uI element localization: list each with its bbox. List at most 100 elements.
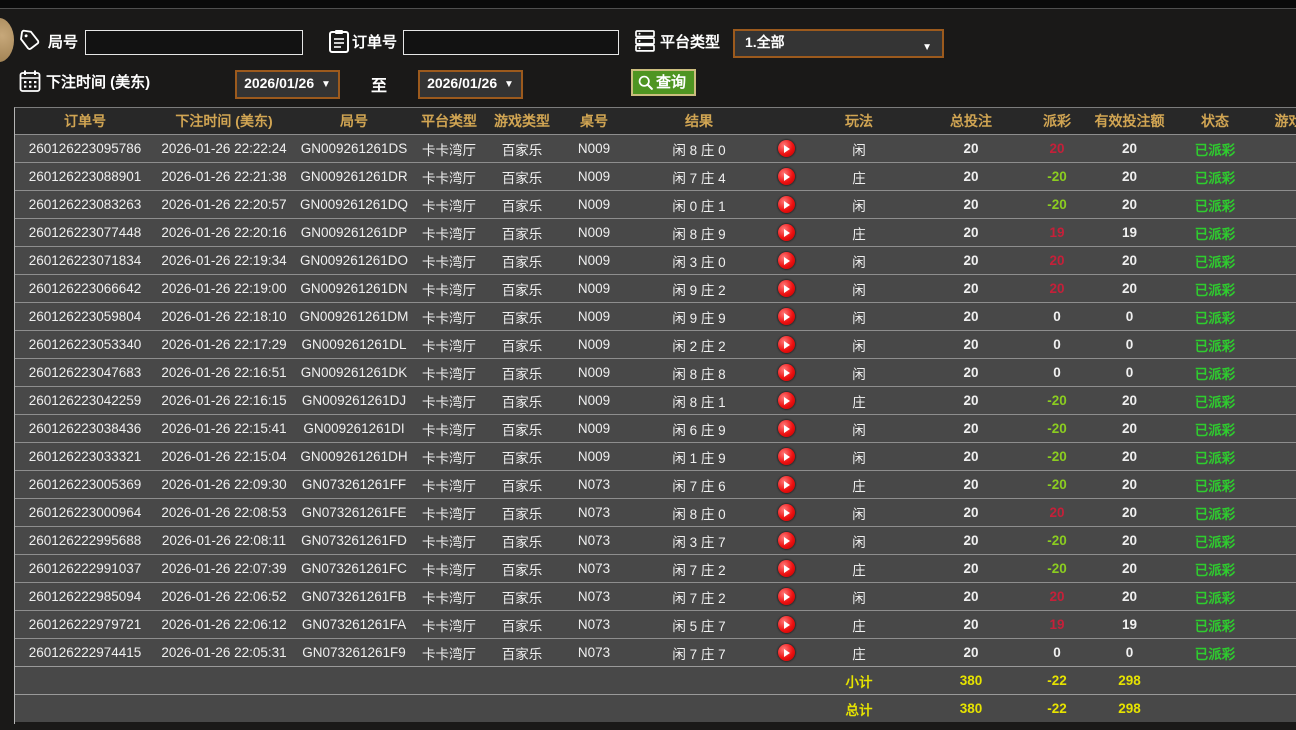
platform-type-label: 平台类型: [660, 31, 720, 55]
header-order-no: 订单号: [15, 108, 155, 134]
cell-game-type: 百家乐: [483, 639, 561, 666]
panel-collapse-handle[interactable]: [0, 18, 14, 62]
cell-result: 闲 3 庄 7: [627, 527, 771, 554]
platform-type-value: 1.全部: [745, 34, 785, 50]
play-icon[interactable]: [778, 588, 795, 605]
header-game-no: 局号: [293, 108, 415, 134]
cell-game-type: 百家乐: [483, 219, 561, 246]
header-game-mode: 游戏模式: [1260, 108, 1296, 134]
cell-game-no: GN073261261FF: [293, 471, 415, 498]
cell-total-bet: 20: [917, 639, 1025, 666]
cell-payout: 19: [1025, 611, 1089, 638]
cell-replay: [771, 443, 801, 470]
table-row: 2601262230333212026-01-26 22:15:04GN0092…: [15, 442, 1296, 470]
play-icon[interactable]: [778, 336, 795, 353]
play-icon[interactable]: [778, 616, 795, 633]
cell-payout: 0: [1025, 359, 1089, 386]
play-icon[interactable]: [778, 644, 795, 661]
bet-time-label: 下注时间 (美东): [46, 71, 150, 95]
cell-total-bet: 20: [917, 583, 1025, 610]
cell-payout: -20: [1025, 387, 1089, 414]
game-no-input[interactable]: [85, 30, 303, 55]
table-row: 2601262230598042026-01-26 22:18:10GN0092…: [15, 302, 1296, 330]
play-icon[interactable]: [778, 420, 795, 437]
cell-bet-time: 2026-01-26 22:05:31: [155, 639, 293, 666]
cell-game-no: GN009261261DN: [293, 275, 415, 302]
cell-payout: -20: [1025, 191, 1089, 218]
grandtotal-row-empty-cell: [1260, 695, 1296, 722]
cell-table-no: N009: [561, 163, 627, 190]
play-icon[interactable]: [778, 476, 795, 493]
cell-order-no: 260126223047683: [15, 359, 155, 386]
cell-order-no: 260126223005369: [15, 471, 155, 498]
subtotal-row-empty-cell: [483, 667, 561, 694]
play-icon[interactable]: [778, 224, 795, 241]
cell-payout: 19: [1025, 219, 1089, 246]
cell-result: 闲 5 庄 7: [627, 611, 771, 638]
cell-payout: 0: [1025, 331, 1089, 358]
table-row: 2601262229797212026-01-26 22:06:12GN0732…: [15, 610, 1296, 638]
table-row: 2601262230666422026-01-26 22:19:00GN0092…: [15, 274, 1296, 302]
cell-status: 已派彩: [1170, 611, 1260, 638]
play-icon[interactable]: [778, 168, 795, 185]
cell-status: 已派彩: [1170, 303, 1260, 330]
header-platform: 平台类型: [415, 108, 483, 134]
play-icon[interactable]: [778, 308, 795, 325]
play-icon[interactable]: [778, 504, 795, 521]
cell-total-bet: 20: [917, 443, 1025, 470]
platform-type-select[interactable]: 1.全部 ▼: [733, 29, 944, 58]
top-bar: [0, 0, 1296, 9]
cell-game-no: GN009261261DP: [293, 219, 415, 246]
order-no-input[interactable]: [403, 30, 619, 55]
cell-status: 已派彩: [1170, 247, 1260, 274]
grandtotal-row-empty-cell: [771, 695, 801, 722]
subtotal-row-valid-bet: 298: [1089, 667, 1170, 694]
cell-game-mode: -: [1260, 359, 1296, 386]
play-icon[interactable]: [778, 280, 795, 297]
play-icon[interactable]: [778, 252, 795, 269]
cell-bet-time: 2026-01-26 22:08:11: [155, 527, 293, 554]
header-replay: [771, 108, 801, 134]
play-icon[interactable]: [778, 560, 795, 577]
cell-platform: 卡卡湾厅: [415, 359, 483, 386]
table-row: 2601262230889012026-01-26 22:21:38GN0092…: [15, 162, 1296, 190]
query-button[interactable]: 查询: [631, 69, 696, 96]
cell-result: 闲 8 庄 0: [627, 499, 771, 526]
cell-game-mode: -: [1260, 471, 1296, 498]
grandtotal-row-total-bet: 380: [917, 695, 1025, 722]
cell-status: 已派彩: [1170, 639, 1260, 666]
cell-total-bet: 20: [917, 219, 1025, 246]
grandtotal-row-empty-cell: [561, 695, 627, 722]
cell-valid-bet: 0: [1089, 331, 1170, 358]
cell-valid-bet: 0: [1089, 359, 1170, 386]
cell-play: 闲: [801, 415, 917, 442]
cell-play: 闲: [801, 331, 917, 358]
play-icon[interactable]: [778, 364, 795, 381]
cell-game-type: 百家乐: [483, 471, 561, 498]
grandtotal-row: 总计380-22298: [15, 694, 1296, 722]
play-icon[interactable]: [778, 448, 795, 465]
play-icon[interactable]: [778, 140, 795, 157]
cell-status: 已派彩: [1170, 219, 1260, 246]
cell-result: 闲 6 庄 9: [627, 415, 771, 442]
date-from-select[interactable]: 2026/01/26 ▼: [235, 70, 340, 99]
cell-game-no: GN073261261FC: [293, 555, 415, 582]
cell-bet-time: 2026-01-26 22:17:29: [155, 331, 293, 358]
cell-status: 已派彩: [1170, 527, 1260, 554]
play-icon[interactable]: [778, 196, 795, 213]
cell-replay: [771, 163, 801, 190]
table-row: 2601262229850942026-01-26 22:06:52GN0732…: [15, 582, 1296, 610]
cell-result: 闲 7 庄 2: [627, 583, 771, 610]
cell-order-no: 260126223083263: [15, 191, 155, 218]
cell-table-no: N009: [561, 275, 627, 302]
cell-game-type: 百家乐: [483, 527, 561, 554]
play-icon[interactable]: [778, 392, 795, 409]
cell-valid-bet: 20: [1089, 555, 1170, 582]
cell-table-no: N009: [561, 387, 627, 414]
play-icon[interactable]: [778, 532, 795, 549]
date-to-select[interactable]: 2026/01/26 ▼: [418, 70, 523, 99]
cell-result: 闲 7 庄 4: [627, 163, 771, 190]
cell-order-no: 260126223077448: [15, 219, 155, 246]
cell-platform: 卡卡湾厅: [415, 611, 483, 638]
cell-play: 闲: [801, 443, 917, 470]
